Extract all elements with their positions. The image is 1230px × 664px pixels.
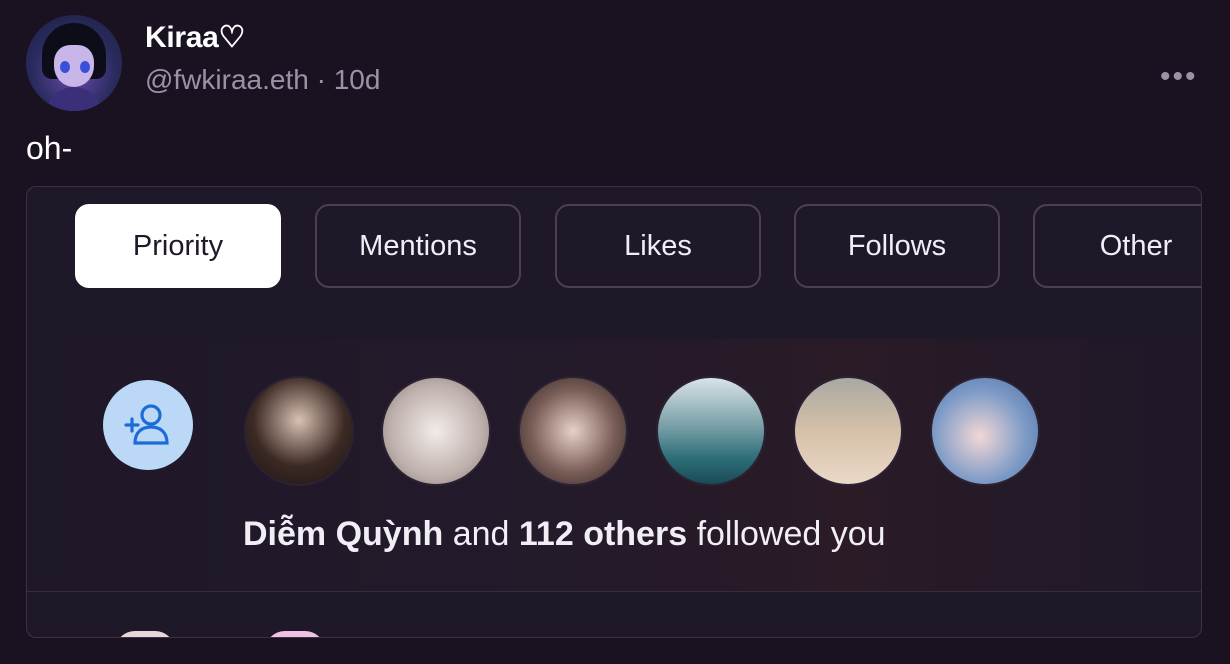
separator: · — [316, 64, 326, 95]
follower-avatar[interactable] — [244, 376, 354, 486]
tab-follows[interactable]: Follows — [794, 204, 1000, 288]
tab-other[interactable]: Other — [1033, 204, 1201, 288]
tab-mentions[interactable]: Mentions — [315, 204, 521, 288]
display-name[interactable]: Kiraa♡ — [145, 20, 245, 55]
follower-avatar[interactable] — [381, 376, 491, 486]
connector-word: and — [452, 515, 510, 553]
follow-notification[interactable]: Diễm Quỳnh and 112 others followed you — [27, 339, 1201, 592]
follower-avatar[interactable] — [656, 376, 766, 486]
add-person-icon — [103, 380, 193, 470]
follower-name[interactable]: Diễm Quỳnh — [243, 515, 443, 553]
avatar-eye-right — [80, 61, 90, 73]
avatar-eye-left — [60, 61, 70, 73]
handle[interactable]: @fwkiraa.eth — [145, 64, 309, 95]
follower-avatar[interactable] — [930, 376, 1040, 486]
post-time[interactable]: 10d — [334, 64, 381, 95]
post-text: oh- — [26, 130, 73, 166]
tab-likes[interactable]: Likes — [555, 204, 761, 288]
others-count[interactable]: 112 others — [519, 515, 687, 553]
notification-text: Diễm Quỳnh and 112 others followed you — [243, 515, 886, 554]
next-item-avatar — [265, 631, 325, 637]
avatar-body — [46, 87, 102, 111]
author-avatar[interactable] — [26, 15, 122, 111]
handle-line: @fwkiraa.eth · 10d — [145, 64, 380, 96]
follower-avatar[interactable] — [793, 376, 903, 486]
follower-avatar[interactable] — [518, 376, 628, 486]
tab-bar: Priority Mentions Likes Follows Other — [27, 187, 1201, 340]
next-item-avatar — [115, 631, 175, 637]
embedded-screenshot[interactable]: Priority Mentions Likes Follows Other Di… — [26, 186, 1202, 638]
more-options-icon[interactable]: ••• — [1160, 60, 1198, 94]
tab-priority[interactable]: Priority — [75, 204, 281, 288]
action-text: followed you — [696, 515, 886, 553]
